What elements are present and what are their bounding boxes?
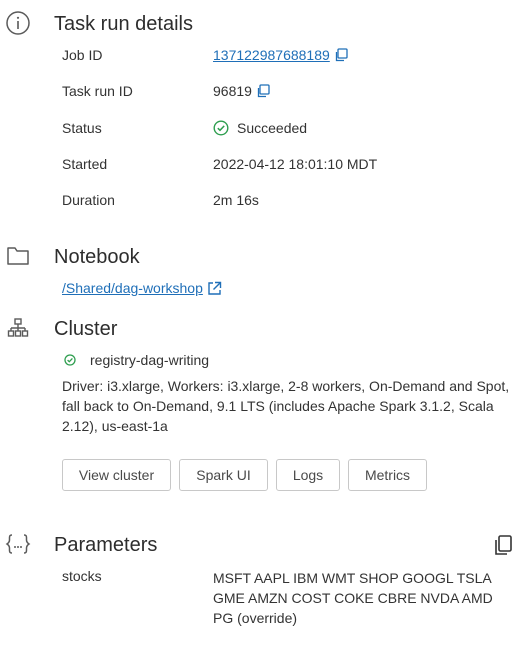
spark-ui-button[interactable]: Spark UI xyxy=(179,459,268,491)
status-row: Status Succeeded xyxy=(62,120,513,140)
cluster-running-icon xyxy=(64,354,76,366)
task-run-id-label: Task run ID xyxy=(62,83,133,99)
started-label: Started xyxy=(62,156,108,172)
notebook-path-row: /Shared/dag-workshop xyxy=(62,280,513,300)
job-id-row: Job ID 137122987688189 xyxy=(62,47,513,67)
status-label: Status xyxy=(62,120,102,136)
section-title-task-run-details: Task run details xyxy=(54,13,193,35)
copy-icon[interactable] xyxy=(256,84,270,98)
cluster-name-row: registry-dag-writing xyxy=(62,352,209,368)
task-run-id-row: Task run ID 96819 xyxy=(62,83,513,103)
cluster-tree-icon xyxy=(5,315,31,341)
logs-button[interactable]: Logs xyxy=(276,459,340,491)
job-id-link[interactable]: 137122987688189 xyxy=(213,47,330,63)
braces-icon xyxy=(5,531,31,557)
section-title-notebook: Notebook xyxy=(54,246,140,268)
section-title-parameters: Parameters xyxy=(54,534,158,556)
view-cluster-button[interactable]: View cluster xyxy=(62,459,171,491)
external-link-icon[interactable] xyxy=(207,281,222,296)
copy-icon[interactable] xyxy=(334,48,348,62)
section-title-cluster: Cluster xyxy=(54,318,118,340)
parameter-value: MSFT AAPL IBM WMT SHOP GOOGL TSLA GME AM… xyxy=(213,570,493,626)
folder-icon xyxy=(5,243,31,269)
started-value: 2022-04-12 18:01:10 MDT xyxy=(213,156,378,172)
duration-value: 2m 16s xyxy=(213,192,259,208)
job-id-label: Job ID xyxy=(62,47,103,63)
notebook-path-link[interactable]: /Shared/dag-workshop xyxy=(62,280,203,296)
copy-parameters-icon[interactable] xyxy=(493,534,513,556)
task-run-id-text: 96819 xyxy=(213,83,252,99)
status-value: Succeeded xyxy=(213,120,307,136)
job-id-value: 137122987688189 xyxy=(213,47,348,63)
parameter-key: stocks xyxy=(62,568,102,584)
cluster-name: registry-dag-writing xyxy=(90,352,210,368)
metrics-button[interactable]: Metrics xyxy=(348,459,427,491)
info-icon xyxy=(5,10,31,36)
check-circle-icon xyxy=(213,120,229,136)
cluster-description: Driver: i3.xlarge, Workers: i3.xlarge, 2… xyxy=(62,378,510,434)
duration-row: Duration 2m 16s xyxy=(62,192,513,212)
notebook-path: /Shared/dag-workshop xyxy=(62,280,222,296)
duration-label: Duration xyxy=(62,192,115,208)
status-text: Succeeded xyxy=(237,120,308,136)
task-run-id-value: 96819 xyxy=(213,83,270,99)
started-row: Started 2022-04-12 18:01:10 MDT xyxy=(62,156,513,176)
